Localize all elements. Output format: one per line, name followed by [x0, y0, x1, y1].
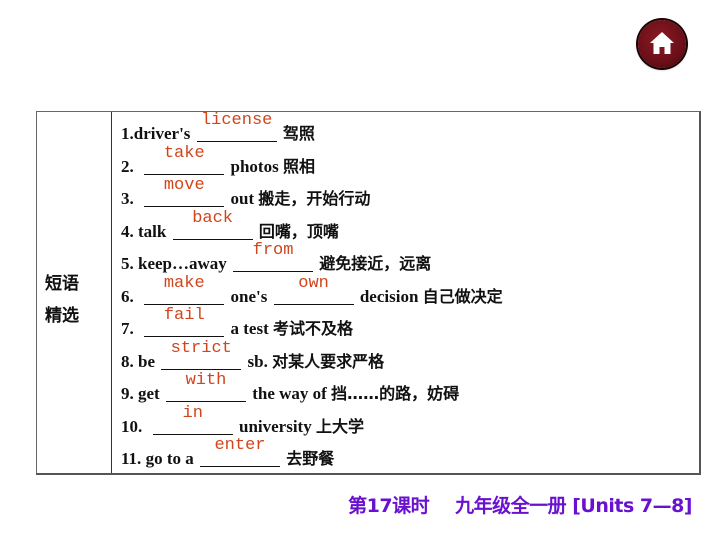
answer-blank[interactable]: in: [152, 404, 233, 435]
phrase-text: [142, 417, 151, 436]
answer-blank[interactable]: enter: [199, 436, 280, 467]
answer-text: move: [163, 176, 205, 195]
answer-text: enter: [214, 436, 266, 455]
phrase-number: 10.: [121, 416, 143, 436]
chinese-meaning: 搬走，开始行动: [258, 189, 371, 208]
phrase-number: 2.: [121, 156, 134, 176]
answer-blank[interactable]: from: [233, 241, 314, 272]
phrase-text: [134, 287, 143, 306]
answer-text: license: [200, 111, 273, 130]
answer-text: make: [163, 273, 205, 293]
footer-title: 第17课时 九年级全一册 [Units 7—8]: [348, 491, 692, 518]
section-label-cell: 短语 精选: [37, 112, 112, 473]
phrase-text: the way of: [247, 384, 332, 403]
answer-blank[interactable]: move: [144, 176, 225, 207]
phrase-number: 6.: [121, 286, 134, 306]
answer-blank[interactable]: with: [165, 371, 246, 402]
phrase-number: 9.: [121, 384, 134, 403]
answer-blank[interactable]: take: [144, 144, 225, 175]
phrase-number: 1.: [121, 124, 134, 143]
phrase-text: sb.: [243, 351, 273, 371]
phrase-text: talk: [133, 221, 171, 241]
chinese-meaning: 去野餐: [286, 449, 335, 468]
answer-text: own: [298, 273, 329, 293]
answer-text: in: [182, 403, 203, 423]
phrase-text: out: [226, 189, 259, 208]
home-button[interactable]: [638, 20, 686, 68]
chinese-meaning: 照相: [282, 156, 315, 176]
answer-text: take: [163, 143, 205, 163]
section-label-line2: 精选: [45, 306, 79, 326]
chinese-meaning: 回嘴，顶嘴: [258, 221, 339, 241]
phrase-number: 4.: [121, 221, 134, 241]
phrase-number: 3.: [121, 189, 134, 208]
answer-text: strict: [170, 338, 232, 358]
section-label-line1: 短语: [45, 274, 79, 294]
footer-book: 九年级全一册 [Units 7—8]: [455, 495, 692, 517]
phrase-text: keep…away: [133, 254, 232, 273]
answer-blank[interactable]: license: [196, 111, 277, 142]
phrase-text: be: [133, 351, 160, 371]
phrase-number: 8.: [121, 351, 134, 371]
phrase-text: go to a: [141, 449, 198, 468]
chinese-meaning: 考试不及格: [272, 319, 353, 338]
answer-text: fail: [163, 306, 205, 325]
chinese-meaning: 避免接近，远离: [319, 254, 432, 273]
answer-text: from: [252, 241, 294, 260]
section-label: 短语 精选: [45, 268, 79, 332]
footer-lesson: 第17课时: [348, 495, 430, 517]
answer-blank[interactable]: fail: [144, 306, 225, 337]
phrase-text: decision: [355, 286, 423, 306]
phrase-list: 1.driver's license 驾照 2. take photos 照相 3.…: [121, 111, 699, 476]
answer-blank[interactable]: own: [273, 274, 354, 305]
answer-text: back: [192, 208, 233, 228]
chinese-meaning: 对某人要求严格: [272, 351, 385, 371]
phrase-text: get: [133, 384, 164, 403]
chinese-meaning: 自己做决定: [422, 286, 503, 306]
chinese-meaning: 挡……的路，妨碍: [331, 384, 460, 403]
chinese-meaning: 上大学: [315, 416, 364, 436]
phrase-text: [134, 319, 143, 338]
phrase-text: photos: [226, 156, 283, 176]
phrase-text: university: [234, 416, 316, 436]
answer-blank[interactable]: strict: [161, 339, 242, 370]
phrase-number: 5.: [121, 254, 134, 273]
answer-blank[interactable]: make: [144, 274, 225, 305]
phrase-text: a test: [226, 319, 273, 338]
phrase-number: 7.: [121, 319, 134, 338]
phrase-text: one's: [226, 286, 272, 306]
answer-text: with: [185, 371, 227, 390]
phrase-item: 4. talk back 回嘴，顶嘴: [121, 209, 699, 249]
home-icon: [650, 32, 674, 54]
phrase-text: [134, 157, 143, 176]
phrase-table: 短语 精选 1.driver's license 驾照 2. take photo…: [36, 111, 701, 475]
chinese-meaning: 驾照: [282, 124, 315, 143]
phrase-text: [134, 189, 143, 208]
phrase-item: 11. go to a enter 去野餐: [121, 436, 699, 476]
phrase-number: 11.: [121, 449, 142, 468]
answer-blank[interactable]: back: [172, 209, 253, 240]
phrase-text: driver's: [133, 124, 195, 143]
